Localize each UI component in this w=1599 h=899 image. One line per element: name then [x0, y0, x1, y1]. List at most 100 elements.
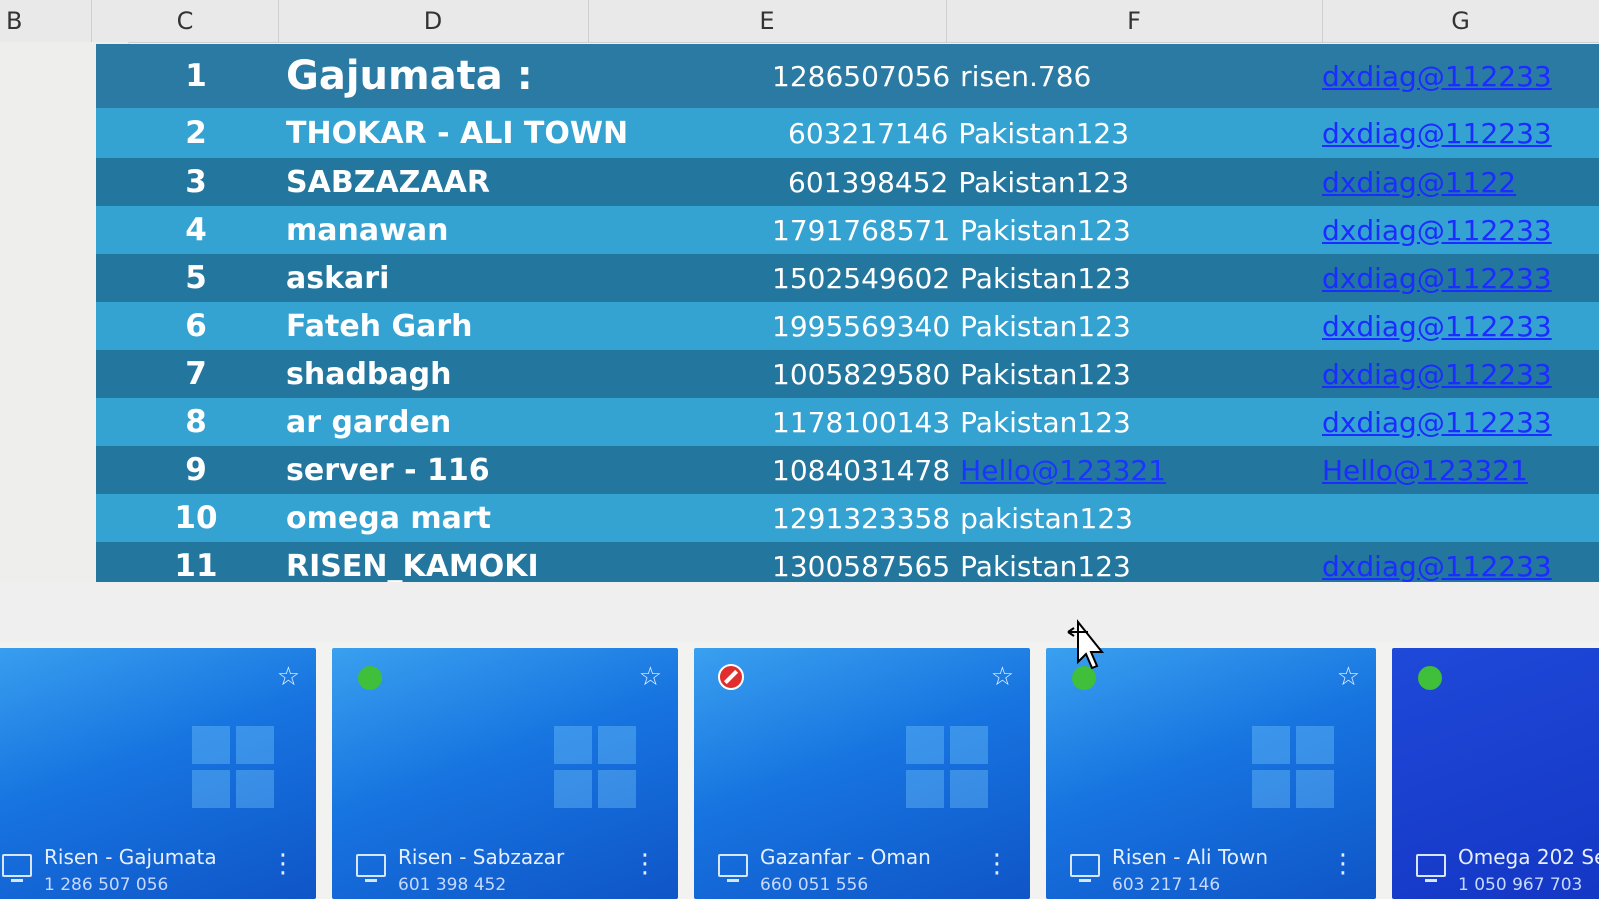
row-number: 1 — [185, 58, 207, 94]
table-row[interactable]: 2 THOKAR - ALI TOWN 603217146 Pakistan123… — [96, 108, 1599, 158]
anydesk-id: 1084031478 — [772, 453, 951, 487]
location-name: server - 116 — [286, 452, 490, 488]
column-header-e[interactable]: E — [588, 0, 947, 42]
anydesk-id: 601398452 — [788, 165, 949, 199]
email-link[interactable]: dxdiag@112233 — [1322, 350, 1552, 398]
password: Pakistan123 — [960, 213, 1131, 247]
star-icon[interactable]: ☆ — [639, 662, 662, 692]
star-icon[interactable]: ☆ — [1337, 662, 1360, 692]
email-link[interactable]: Hello@123321 — [1322, 446, 1528, 494]
windows-logo-icon — [1252, 726, 1336, 810]
row-number: 3 — [185, 164, 207, 200]
empty-sheet-area[interactable] — [0, 582, 1599, 642]
location-name: Gajumata : — [286, 53, 533, 99]
anydesk-id: 1995569340 — [772, 309, 951, 343]
tile-id: 1 286 507 056 — [44, 875, 169, 895]
tile-name: Gazanfar - Oman — [760, 845, 931, 869]
more-options-icon[interactable]: ⋮ — [270, 851, 296, 877]
remote-desktop-list: ☆ Risen - Gajumata 1 286 507 056 ⋮ ☆ Ris… — [0, 640, 1599, 899]
password: Pakistan123 — [960, 549, 1131, 583]
desktop-tile[interactable]: ☆ Risen - Sabzazar 601 398 452 ⋮ — [332, 648, 678, 899]
more-options-icon[interactable]: ⋮ — [632, 851, 658, 877]
desktop-tile[interactable]: ☆ Risen - Ali Town 603 217 146 ⋮ — [1046, 648, 1376, 899]
column-header-d[interactable]: D — [278, 0, 589, 42]
anydesk-id: 1791768571 — [772, 213, 951, 247]
location-name: THOKAR - ALI TOWN — [286, 115, 629, 151]
location-name: ar garden — [286, 404, 452, 440]
email-link[interactable]: dxdiag@1122 — [1322, 158, 1516, 206]
row-number: 4 — [185, 212, 207, 248]
mouse-cursor-icon — [1067, 619, 1104, 670]
id-password-cell: 1995569340 Pakistan123 — [772, 302, 1131, 350]
email-link[interactable]: dxdiag@112233 — [1322, 302, 1552, 350]
more-options-icon[interactable]: ⋮ — [984, 851, 1010, 877]
id-password-cell: 1005829580 Pakistan123 — [772, 350, 1131, 398]
password: Pakistan123 — [958, 116, 1130, 150]
desktop-tile[interactable]: ☆ Gazanfar - Oman 660 051 556 ⋮ — [694, 648, 1030, 899]
row-number: 8 — [185, 404, 207, 440]
id-password-cell: 1791768571 Pakistan123 — [772, 206, 1131, 254]
anydesk-id: 1502549602 — [772, 261, 951, 295]
id-password-cell: 603217146 Pakistan123 — [788, 108, 1129, 158]
screen: B C D E F G 1 Gajumata : 1286507056 risen… — [0, 0, 1599, 899]
id-password-cell: 1084031478 Hello@123321 — [772, 446, 1166, 494]
column-header-c[interactable]: C — [92, 0, 279, 42]
star-icon[interactable]: ☆ — [991, 662, 1014, 692]
row-number: 7 — [185, 356, 207, 392]
id-password-cell: 1502549602 Pakistan123 — [772, 254, 1131, 302]
location-name: omega mart — [286, 500, 492, 536]
email-link[interactable]: dxdiag@112233 — [1322, 254, 1552, 302]
row-number: 6 — [185, 308, 207, 344]
email-link[interactable]: dxdiag@112233 — [1322, 44, 1552, 108]
tile-name: Omega 202 Ser — [1458, 845, 1599, 869]
tile-name: Risen - Gajumata — [44, 845, 217, 869]
table-row[interactable]: 6 Fateh Garh 1995569340 Pakistan123 dxdia… — [96, 302, 1599, 350]
monitor-icon — [2, 854, 32, 882]
location-name: SABZAZAAR — [286, 164, 490, 200]
credentials-table: 1 Gajumata : 1286507056 risen.786 dxdiag@… — [96, 44, 1599, 590]
id-password-cell: 1286507056 risen.786 — [772, 44, 1091, 108]
email-link[interactable]: dxdiag@112233 — [1322, 108, 1552, 158]
desktop-tile[interactable]: ☆ Risen - Gajumata 1 286 507 056 ⋮ — [0, 648, 316, 899]
anydesk-id: 603217146 — [788, 116, 949, 150]
blocked-status-icon — [718, 664, 744, 690]
location-name: shadbagh — [286, 356, 452, 392]
row-number: 5 — [185, 260, 207, 296]
location-name: askari — [286, 260, 390, 296]
tile-name: Risen - Sabzazar — [398, 845, 565, 869]
tile-id: 603 217 146 — [1112, 875, 1221, 895]
password: Pakistan123 — [960, 309, 1131, 343]
table-row[interactable]: 10 omega mart 1291323358 pakistan123 — [96, 494, 1599, 542]
email-link[interactable]: dxdiag@112233 — [1322, 398, 1552, 446]
column-header-b[interactable]: B — [0, 0, 92, 42]
monitor-icon — [718, 854, 748, 882]
password: pakistan123 — [960, 501, 1133, 535]
anydesk-id: 1291323358 — [772, 501, 951, 535]
password-link[interactable]: Hello@123321 — [960, 454, 1166, 487]
table-row[interactable]: 9 server - 116 1084031478 Hello@123321 He… — [96, 446, 1599, 494]
location-name: manawan — [286, 212, 449, 248]
tile-id: 660 051 556 — [760, 875, 869, 895]
online-status-icon — [358, 666, 382, 690]
windows-logo-icon — [192, 726, 276, 810]
table-row[interactable]: 3 SABZAZAAR 601398452 Pakistan123 dxdiag@… — [96, 158, 1599, 206]
table-row[interactable]: 5 askari 1502549602 Pakistan123 dxdiag@11… — [96, 254, 1599, 302]
column-header-g[interactable]: G — [1322, 0, 1599, 42]
star-icon[interactable]: ☆ — [277, 662, 300, 692]
column-header-f[interactable]: F — [946, 0, 1323, 42]
monitor-icon — [1070, 854, 1100, 882]
table-row[interactable]: 8 ar garden 1178100143 Pakistan123 dxdiag… — [96, 398, 1599, 446]
table-row[interactable]: 1 Gajumata : 1286507056 risen.786 dxdiag@… — [96, 44, 1599, 108]
anydesk-id: 1005829580 — [772, 357, 951, 391]
table-row[interactable]: 7 shadbagh 1005829580 Pakistan123 dxdiag@… — [96, 350, 1599, 398]
password: Pakistan123 — [960, 405, 1131, 439]
more-options-icon[interactable]: ⋮ — [1330, 851, 1356, 877]
tile-id: 601 398 452 — [398, 875, 507, 895]
email-link[interactable]: dxdiag@112233 — [1322, 206, 1552, 254]
online-status-icon — [1418, 666, 1442, 690]
table-row[interactable]: 4 manawan 1791768571 Pakistan123 dxdiag@1… — [96, 206, 1599, 254]
tile-id: 1 050 967 703 — [1458, 875, 1583, 895]
desktop-tile[interactable]: Omega 202 Ser 1 050 967 703 — [1392, 648, 1599, 899]
password: Pakistan123 — [960, 261, 1131, 295]
monitor-icon — [356, 854, 386, 882]
